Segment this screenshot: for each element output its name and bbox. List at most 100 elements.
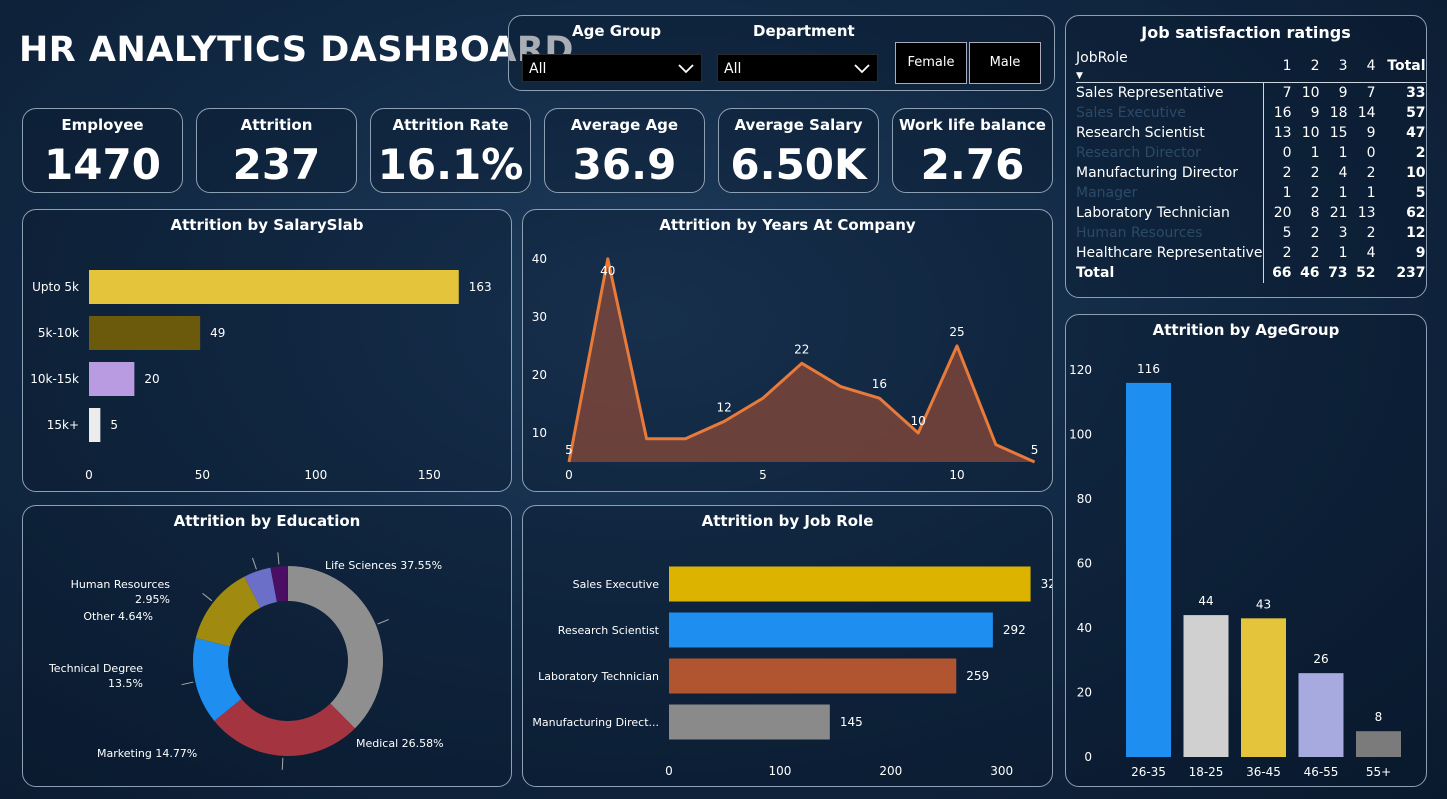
cell-value: 1 (1338, 245, 1348, 261)
data-label: 44 (1198, 594, 1213, 608)
category-label: Upto 5k (32, 280, 79, 294)
job-satisfaction-title: Job satisfaction ratings (1141, 23, 1351, 42)
category-label: 18-25 (1189, 765, 1224, 779)
data-label: 22 (794, 342, 809, 356)
cell-value: 2 (1262, 163, 1292, 183)
cell-value: 5 (1262, 223, 1292, 243)
slice-label: Technical Degree (48, 662, 143, 675)
cell-value: 4 (1366, 245, 1376, 261)
cell-value: 16 (1262, 103, 1292, 123)
column-header[interactable]: 4 (1348, 50, 1376, 83)
table-row[interactable]: Research Scientist 13 10 15 9 47 (1076, 123, 1426, 143)
cell-value: 10 (1301, 85, 1320, 101)
cell-value: 14 (1357, 105, 1376, 121)
slice-label: Human Resources (71, 578, 171, 591)
category-label: 15k+ (47, 418, 79, 432)
age-group-label: Age Group (572, 22, 662, 40)
table-row[interactable]: Sales Executive 16 9 18 14 57 (1076, 103, 1426, 123)
x-tick-label: 200 (879, 764, 902, 778)
x-tick-label: 0 (565, 468, 573, 482)
table-row[interactable]: Healthcare Representative 2 2 1 4 9 (1076, 243, 1426, 263)
department-value: All (724, 61, 742, 77)
category-label: 36-45 (1246, 765, 1281, 779)
y-tick-label: 40 (1077, 621, 1092, 635)
cell-value: 8 (1310, 205, 1320, 221)
job-satisfaction-table: JobRole ▼ 1 2 3 4 Total Sales Representat… (1076, 50, 1426, 283)
job-role-chart: Sales Executive 326 Research Scientist 292 L… (532, 566, 1052, 778)
data-label: 259 (966, 669, 989, 683)
x-tick-label: 300 (990, 764, 1013, 778)
leader-line (181, 681, 194, 686)
table-row[interactable]: Manufacturing Director 2 2 4 2 10 (1076, 163, 1426, 183)
data-label: 116 (1137, 362, 1160, 376)
cell-total-value: 52 (1356, 265, 1376, 281)
category-label: 55+ (1366, 765, 1391, 779)
cell-value: 1 (1338, 145, 1348, 161)
slice-label: Medical 26.58% (356, 737, 444, 750)
cell-value: 4 (1338, 165, 1348, 181)
column-header[interactable]: 1 (1263, 50, 1292, 83)
cell-value: 1 (1366, 185, 1376, 201)
column-header[interactable]: Total (1376, 50, 1425, 83)
age-group-chart-panel: Attrition by AgeGroup 116 26-35 44 18-25 43 3… (1065, 314, 1427, 787)
column-header-jobrole[interactable]: JobRole ▼ (1076, 50, 1263, 83)
total-row: Total 66 46 73 52 237 (1076, 263, 1426, 283)
data-label: 12 (717, 400, 732, 414)
bar (669, 612, 993, 648)
cell-value: 10 (1301, 125, 1320, 141)
x-tick-label: 50 (195, 468, 210, 482)
x-tick-label: 100 (768, 764, 791, 778)
kpi-label: Average Age (570, 116, 679, 134)
years-at-company-chart: 5 40 12 22 16 10 25 5 10 20 30 40 0 5 10 (532, 252, 1039, 482)
data-label: 20 (144, 372, 159, 386)
sort-desc-icon[interactable]: ▼ (1076, 72, 1083, 81)
data-label: 145 (840, 715, 863, 729)
y-tick-label: 60 (1077, 557, 1092, 571)
cell-value: 3 (1338, 225, 1348, 241)
bar (1241, 618, 1286, 757)
age-group-chart: 116 26-35 44 18-25 43 36-45 26 46-55 8 55+ 0 20 40 60… (1069, 362, 1401, 779)
y-tick-label: 80 (1077, 492, 1092, 506)
education-donut-chart: Life Sciences 37.55% Medical 26.58% Market… (48, 552, 444, 770)
table-row[interactable]: Research Director 0 1 1 0 2 (1076, 143, 1426, 163)
cell-value: 1 (1310, 145, 1320, 161)
leader-line (281, 757, 284, 770)
bar (89, 362, 135, 396)
table-row[interactable]: Laboratory Technician 20 8 21 13 62 (1076, 203, 1426, 223)
female-button[interactable]: Female (895, 42, 967, 84)
cell-value: 13 (1262, 123, 1292, 143)
x-tick-label: 10 (949, 468, 964, 482)
cell-value: 20 (1262, 203, 1292, 223)
department-dropdown[interactable]: All (717, 54, 878, 82)
kpi-employee: Employee 1470 (22, 108, 183, 193)
y-tick-label: 100 (1069, 428, 1092, 442)
kpi-average-age: Average Age 36.9 (544, 108, 705, 193)
data-label: 292 (1003, 623, 1026, 637)
column-header[interactable]: 3 (1320, 50, 1348, 83)
chevron-down-icon (853, 58, 871, 82)
cell-total: 62 (1406, 205, 1426, 221)
category-label: Sales Executive (573, 578, 660, 591)
leader-line (202, 592, 213, 602)
x-tick-label: 5 (759, 468, 767, 482)
male-button[interactable]: Male (969, 42, 1041, 84)
row-jobrole: Manufacturing Director (1076, 165, 1239, 181)
column-header[interactable]: 2 (1292, 50, 1320, 83)
bar (669, 566, 1031, 602)
kpi-label: Attrition (240, 116, 313, 134)
cell-value: 7 (1366, 85, 1376, 101)
data-label: 10 (911, 414, 926, 428)
row-jobrole: Research Director (1076, 145, 1201, 161)
salary-slab-chart-panel: Attrition by SalarySlab Upto 5k 163 5k-10k… (22, 209, 512, 492)
filter-panel: Age Group Department All All Female Male (508, 15, 1055, 91)
table-row[interactable]: Sales Representative 7 10 9 7 33 (1076, 82, 1426, 103)
cell-total: 10 (1406, 165, 1426, 181)
cell-value: 1 (1262, 183, 1292, 203)
cell-value: 9 (1310, 105, 1320, 121)
table-row[interactable]: Human Resources 5 2 3 2 12 (1076, 223, 1426, 243)
y-tick-label: 10 (532, 426, 547, 440)
job-role-chart-panel: Attrition by Job Role Sales Executive326… (522, 505, 1053, 787)
cell-value: 2 (1310, 165, 1320, 181)
age-group-dropdown[interactable]: All (522, 54, 702, 82)
table-row[interactable]: Manager 1 2 1 1 5 (1076, 183, 1426, 203)
